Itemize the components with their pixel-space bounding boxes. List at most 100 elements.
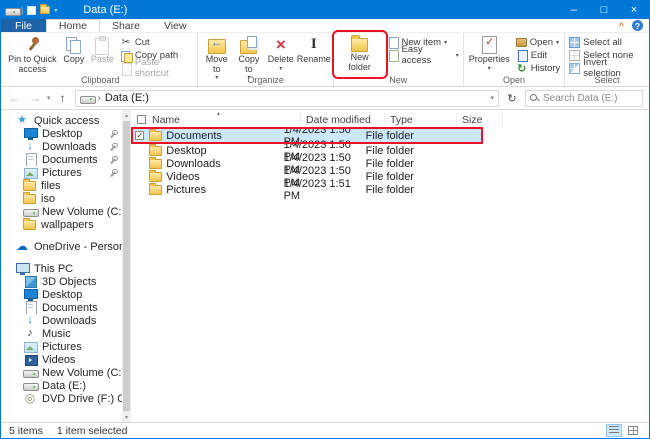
group-label-organize: Organize xyxy=(200,75,330,86)
ribbon: Pin to Quick access Copy Paste ✂ Cut xyxy=(1,33,649,87)
sidebar-item[interactable]: 3D Objects xyxy=(1,275,122,288)
sidebar-item[interactable]: wallpapers xyxy=(1,218,122,231)
ribbon-button[interactable]: ✂ Cut xyxy=(118,36,196,48)
sidebar-item[interactable]: New Volume (C:) xyxy=(1,366,122,379)
close-button[interactable]: × xyxy=(619,1,649,19)
sidebar-item-onedrive[interactable]: ☁ OneDrive - Personal xyxy=(1,240,122,253)
column-header-name[interactable]: Name ▴ xyxy=(147,113,301,126)
sidebar-item[interactable]: ♪ Music xyxy=(1,327,122,340)
downloads-icon: ↓ xyxy=(23,314,37,327)
videos-icon xyxy=(23,353,37,366)
ribbon-button[interactable]: Move to xyxy=(200,34,233,75)
new-folder-qat-icon[interactable] xyxy=(40,6,50,14)
ribbon-button[interactable]: Properties xyxy=(466,34,513,75)
scroll-up-icon[interactable]: ▴ xyxy=(125,110,128,120)
pin-icon xyxy=(109,169,116,177)
new-folder-button[interactable]: New folder xyxy=(336,34,384,75)
sidebar-item[interactable]: Data (E:) xyxy=(1,379,122,392)
scroll-down-icon[interactable]: ▾ xyxy=(125,412,128,422)
ribbon-button[interactable]: Easy access xyxy=(385,49,461,61)
sidebar-item[interactable]: Documents xyxy=(1,153,122,166)
details-view-button[interactable] xyxy=(606,424,622,437)
folder-icon xyxy=(149,146,162,156)
file-row[interactable]: ✓ Pictures 1/4/2023 1:51 PM File folder xyxy=(133,183,481,196)
column-header-size[interactable]: Size xyxy=(457,113,503,126)
tab-file[interactable]: File xyxy=(1,19,46,32)
recent-locations-chevron-icon[interactable]: ▾ xyxy=(47,94,51,102)
minimize-button[interactable]: – xyxy=(559,1,589,19)
new-folder-icon xyxy=(351,38,368,52)
sidebar-item[interactable]: Documents xyxy=(1,301,122,314)
sidebar-item[interactable]: ◎ DVD Drive (F:) CCCOMA_X64F xyxy=(1,392,122,405)
sidebar-item[interactable]: Desktop xyxy=(1,288,122,301)
select-all-checkbox[interactable] xyxy=(131,113,147,126)
refresh-icon[interactable]: ↻ xyxy=(503,92,521,105)
sidebar-item[interactable]: Pictures xyxy=(1,166,122,179)
drive-icon xyxy=(23,366,37,379)
selection-count: 1 item selected xyxy=(57,425,128,437)
ribbon-button[interactable]: Copy xyxy=(60,34,88,75)
qat-customize-chevron-icon[interactable]: ▾ xyxy=(54,7,57,14)
document-icon xyxy=(23,301,37,314)
properties-qat-icon[interactable]: ✓ xyxy=(27,6,36,15)
back-icon[interactable]: ← xyxy=(7,91,23,105)
properties-icon xyxy=(478,36,500,54)
sidebar-item[interactable]: ↓ Downloads xyxy=(1,314,122,327)
ribbon-button[interactable]: Edit xyxy=(514,49,563,61)
help-icon[interactable]: ? xyxy=(632,20,643,31)
forward-icon[interactable]: → xyxy=(27,91,43,105)
onedrive-icon: ☁ xyxy=(15,240,29,253)
ribbon-button[interactable]: ↻ History xyxy=(514,62,563,74)
scissors-icon: ✂ xyxy=(120,37,132,48)
file-rows: ✓ Documents 1/4/2023 1:50 PM File folder… xyxy=(131,127,649,422)
ribbon-button[interactable]: Select all xyxy=(567,36,647,48)
folder-icon xyxy=(149,172,162,182)
drive-icon xyxy=(80,92,94,105)
title-bar[interactable]: | ✓ ▾ Data (E:) – □ × xyxy=(1,1,649,19)
thumbnails-view-button[interactable] xyxy=(625,424,641,437)
up-icon[interactable]: ↑ xyxy=(55,91,71,105)
drive-icon xyxy=(5,4,17,17)
sidebar-scrollbar[interactable]: ▴ ▾ xyxy=(122,110,131,422)
tab-home[interactable]: Home xyxy=(46,19,100,32)
ribbon-button[interactable]: Open xyxy=(514,36,563,48)
ribbon-button[interactable]: Pin to Quick access xyxy=(5,34,60,75)
ribbon-button[interactable]: × Delete xyxy=(265,34,297,75)
status-bar: 5 items 1 item selected xyxy=(1,422,649,438)
breadcrumb-path[interactable]: Data (E:) xyxy=(105,92,149,104)
column-header-date-modified[interactable]: Date modified xyxy=(301,113,385,126)
move-to-icon xyxy=(206,36,228,54)
column-header-type[interactable]: Type xyxy=(385,113,457,126)
ribbon-button[interactable]: Paste shortcut xyxy=(118,62,196,74)
paste-shortcut-icon xyxy=(120,63,132,74)
sidebar-item[interactable]: New Volume (C:) xyxy=(1,205,122,218)
folder-icon xyxy=(149,131,162,141)
search-input[interactable] xyxy=(543,93,650,104)
scrollbar-thumb[interactable] xyxy=(123,121,130,411)
ribbon-button[interactable]: Paste xyxy=(88,34,117,75)
sidebar-item[interactable]: iso xyxy=(1,192,122,205)
ribbon-button[interactable]: I Rename xyxy=(297,34,331,75)
details-view-icon xyxy=(609,426,619,435)
pin-icon xyxy=(109,143,116,151)
ribbon-button[interactable]: Copy to xyxy=(233,34,265,75)
sidebar-item[interactable]: ↓ Downloads xyxy=(1,140,122,153)
ribbon-button[interactable]: Invert selection xyxy=(567,62,647,74)
address-bar: ← → ▾ ↑ › Data (E:) ▾ ↻ xyxy=(1,87,649,110)
sidebar-item[interactable]: files xyxy=(1,179,122,192)
tab-share[interactable]: Share xyxy=(100,19,152,32)
window-controls: – □ × xyxy=(559,1,649,19)
breadcrumb[interactable]: › Data (E:) ▾ xyxy=(75,90,499,107)
sidebar-item[interactable]: Desktop xyxy=(1,127,122,140)
sidebar-item[interactable]: Pictures xyxy=(1,340,122,353)
address-dropdown-chevron-icon[interactable]: ▾ xyxy=(490,94,494,102)
sidebar-item[interactable]: Videos xyxy=(1,353,122,366)
sidebar-item-quick-access[interactable]: ★ Quick access xyxy=(1,114,122,127)
items-count: 5 items xyxy=(9,425,43,437)
sidebar-item-this-pc[interactable]: This PC xyxy=(1,262,122,275)
tab-view[interactable]: View xyxy=(152,19,199,32)
maximize-button[interactable]: □ xyxy=(589,1,619,19)
collapse-ribbon-icon[interactable]: ^ xyxy=(619,21,624,31)
row-checkbox[interactable]: ✓ xyxy=(135,131,144,140)
navigation-pane: ★ Quick access Desktop ↓ Downloads xyxy=(1,110,131,422)
